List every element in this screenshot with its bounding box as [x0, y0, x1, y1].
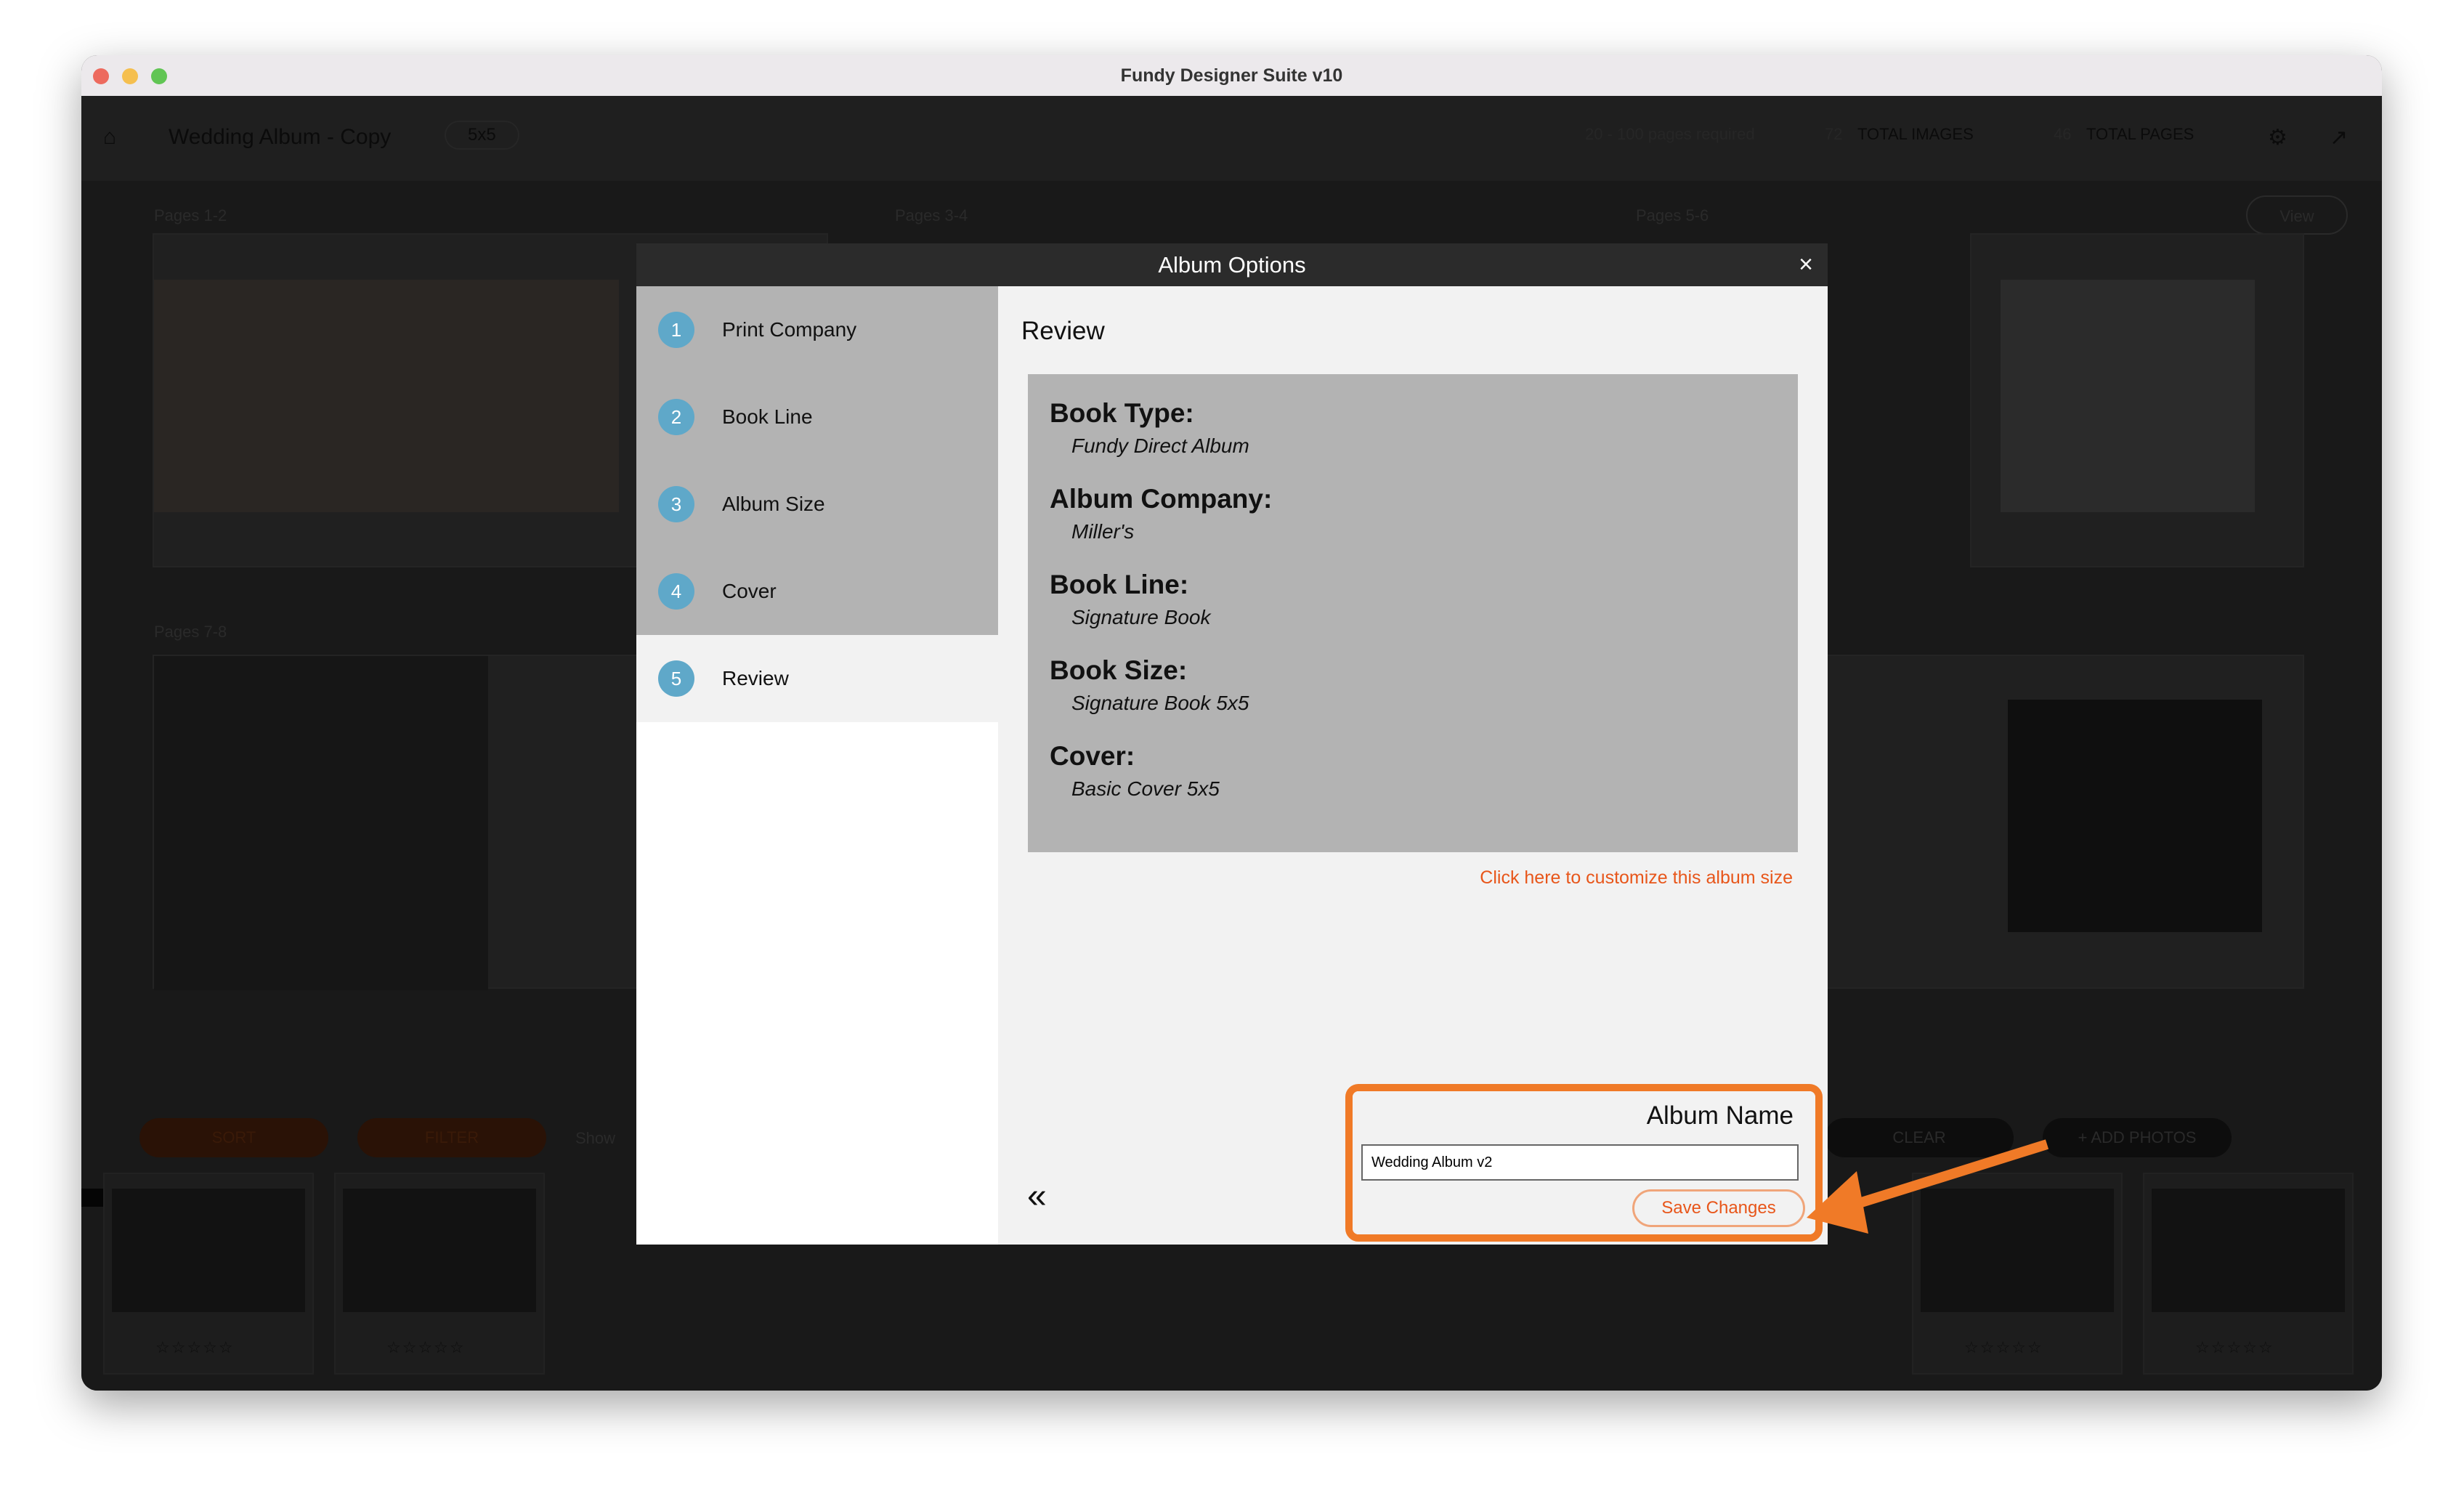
annotation-arrow [1807, 1139, 2049, 1234]
arrow-shaft [1843, 1139, 2049, 1213]
arrow-head [1807, 1171, 1868, 1234]
